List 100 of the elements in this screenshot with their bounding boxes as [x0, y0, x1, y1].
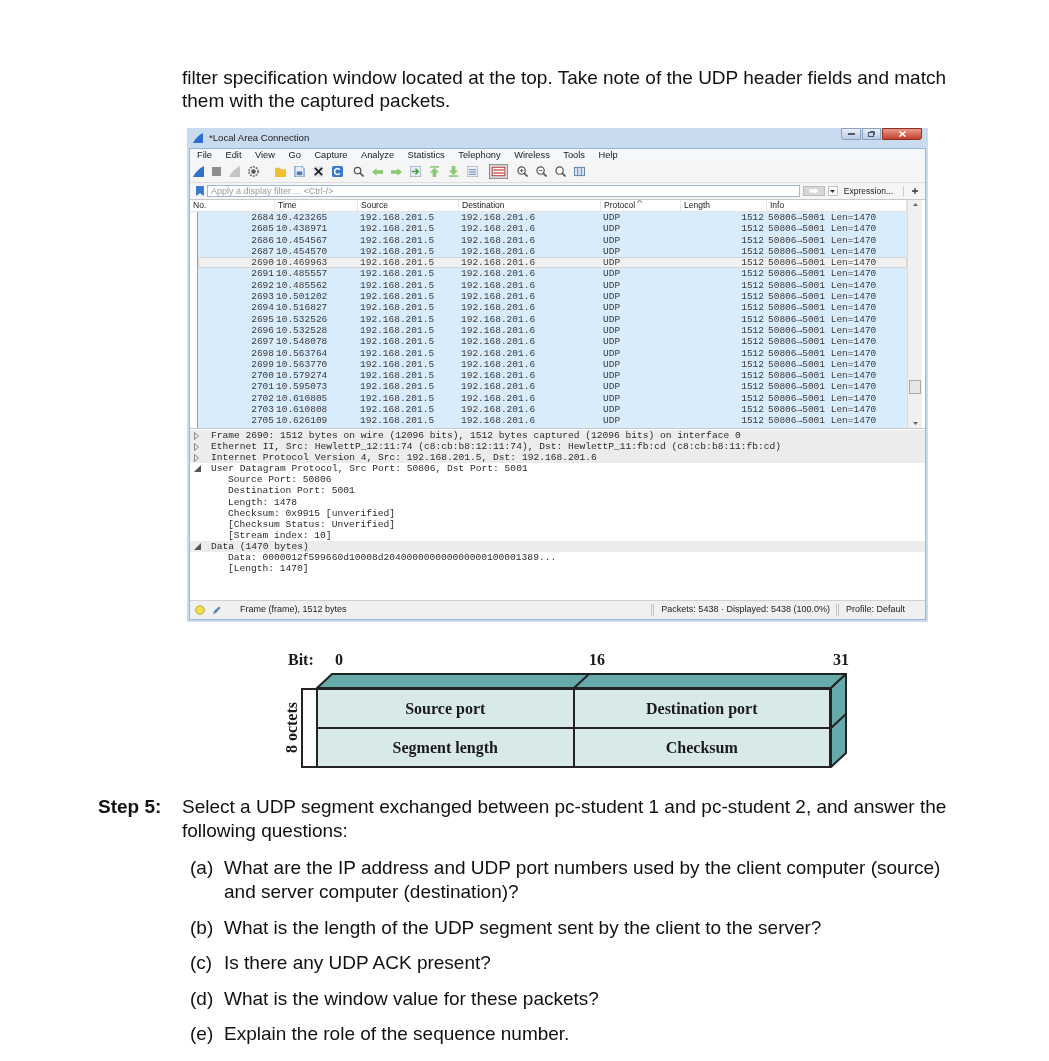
- zoom-out-icon[interactable]: [536, 166, 547, 177]
- plus-icon[interactable]: [912, 188, 918, 194]
- table-cell-text: UDP: [602, 324, 622, 337]
- column-header[interactable]: Time: [275, 200, 358, 211]
- table-cell-text: 2694: [250, 302, 275, 314]
- table-cell-text: 50806→5001 Len=1470: [767, 302, 878, 314]
- table-cell-text: 192.168.201.5: [359, 268, 436, 280]
- table-cell-text: UDP: [602, 257, 622, 269]
- table-cell-text: 50806→5001 Len=1470: [767, 392, 878, 405]
- scrollbar[interactable]: [907, 200, 922, 428]
- expanded-arrow-icon[interactable]: [194, 543, 201, 550]
- step-instruction: Select a UDP segment exchanged between pc-student 1 and pc-student 2, and answer the following questions:: [182, 795, 948, 843]
- menu-item[interactable]: Statistics: [407, 149, 445, 161]
- filter-field[interactable]: Apply a display filter ... <Ctrl-/>: [207, 185, 800, 197]
- menu-item[interactable]: Help: [598, 149, 618, 161]
- document-x-icon[interactable]: [313, 166, 324, 177]
- document-icon[interactable]: [294, 166, 305, 177]
- table-cell-text: UDP: [602, 347, 622, 359]
- table-cell-text: 1512: [740, 370, 765, 382]
- table-cell-text: 1512: [740, 392, 765, 405]
- table-cell-text: 2696: [250, 324, 275, 337]
- tree-item[interactable]: Internet Protocol Version 4, Src: 192.168.201.5, Dst: 192.168.201.6: [190, 452, 925, 464]
- collapsed-arrow-icon[interactable]: [194, 431, 199, 440]
- menu-item[interactable]: Tools: [563, 149, 585, 161]
- search-icon[interactable]: [353, 166, 364, 177]
- menu-item[interactable]: View: [255, 149, 275, 161]
- table-cell-text: 10.454570: [275, 245, 329, 258]
- table-cell-text: 1512: [740, 336, 765, 348]
- table-cell-text: 192.168.201.6: [460, 347, 537, 359]
- table-cell-text: 192.168.201.5: [359, 370, 436, 382]
- scroll-up-icon[interactable]: [912, 203, 918, 206]
- table-cell-text: 1512: [740, 257, 765, 269]
- table-cell-text: 1512: [740, 279, 765, 292]
- table-cell-text: 10.610805: [275, 392, 329, 405]
- table-cell-text: 10.454567: [275, 234, 329, 246]
- column-header[interactable]: Source: [358, 200, 459, 211]
- zoom-reset-icon[interactable]: [555, 166, 566, 177]
- menu-item[interactable]: Edit: [225, 149, 242, 161]
- table-cell-text: 192.168.201.6: [460, 245, 537, 258]
- document-arrow-icon[interactable]: [410, 166, 421, 177]
- table-cell-text: 10.563764: [275, 347, 329, 359]
- menu-item[interactable]: File: [197, 149, 212, 161]
- tree-item[interactable]: Frame 2690: 1512 bytes on wire (12096 bits), 1512 bytes captured (12096 bits) on interface 0: [190, 430, 925, 442]
- sort-caret-icon[interactable]: [637, 200, 643, 203]
- table-cell-text: 192.168.201.5: [359, 392, 436, 405]
- tree-item[interactable]: Ethernet II, Src: HewlettP_12:11:74 (c8:cb:b8:12:11:74), Dst: HewlettP_11:fb:cd (c8:cb:b8:11:fb:cd): [190, 441, 925, 453]
- table-cell-text: 1512: [740, 302, 765, 314]
- table-cell-text: 2697: [250, 336, 275, 348]
- question-text: What is the window value for these packets?: [224, 986, 600, 1011]
- collapsed-arrow-icon[interactable]: [194, 442, 199, 451]
- packet-row[interactable]: 2690 10.469963 192.168.201.5 192.168.201.6 UDP 1512 50806→5001 Len=1470: [198, 257, 907, 269]
- column-header[interactable]: Length: [681, 200, 767, 211]
- column-header[interactable]: Protocol: [601, 200, 681, 211]
- table-cell-text: 192.168.201.6: [460, 324, 537, 337]
- expanded-arrow-icon[interactable]: [194, 465, 201, 473]
- table-cell-text: 192.168.201.5: [359, 291, 436, 303]
- shark-fin-icon[interactable]: [193, 132, 203, 143]
- expression-button[interactable]: Expression...: [840, 186, 896, 196]
- gear-icon[interactable]: [248, 166, 259, 177]
- minimize-icon[interactable]: [847, 133, 855, 135]
- table-cell-text: 192.168.201.6: [460, 257, 537, 269]
- table-cell-text: 10.501202: [275, 291, 329, 303]
- table-cell-text: 192.168.201.6: [460, 358, 537, 371]
- menu-item[interactable]: Analyze: [361, 149, 395, 161]
- minimize-button[interactable]: [841, 128, 861, 140]
- close-button[interactable]: [882, 128, 922, 140]
- table-cell-text: 10.469963: [275, 257, 329, 269]
- profile-text[interactable]: Profile: Default: [845, 603, 905, 617]
- column-header[interactable]: No.: [190, 200, 275, 211]
- table-cell-text: 192.168.201.6: [460, 381, 537, 393]
- column-header[interactable]: Destination: [459, 200, 601, 211]
- list-icon[interactable]: [467, 166, 478, 177]
- table-cell-text: 1512: [740, 324, 765, 337]
- columns-icon[interactable]: [574, 166, 585, 177]
- menu-item[interactable]: Wireless: [514, 149, 550, 161]
- reload-icon[interactable]: [332, 166, 343, 177]
- question-label: (b): [190, 915, 215, 940]
- collapsed-arrow-icon[interactable]: [194, 453, 199, 462]
- close-icon[interactable]: [898, 131, 906, 137]
- pencil-icon[interactable]: [212, 605, 221, 615]
- packet-count-text: Packets: 5438 · Displayed: 5438 (100.0%): [661, 603, 830, 617]
- question-label: (a): [190, 856, 215, 880]
- menu-item[interactable]: Go: [288, 149, 301, 161]
- shark-fin-icon[interactable]: [193, 166, 204, 177]
- color-list-icon[interactable]: [489, 164, 508, 179]
- table-cell-text: 10.516827: [275, 302, 329, 314]
- restore-icon[interactable]: [868, 131, 875, 137]
- table-cell-text: 1512: [740, 291, 765, 303]
- bookmark-icon[interactable]: [196, 186, 204, 196]
- zoom-in-icon[interactable]: [517, 166, 528, 177]
- scroll-down-icon[interactable]: [912, 422, 918, 425]
- table-cell-text: 192.168.201.5: [359, 358, 436, 371]
- menu-item[interactable]: Capture: [314, 149, 348, 161]
- step-label: Step 5:: [98, 795, 163, 819]
- scrollbar-thumb[interactable]: [909, 380, 921, 394]
- table-cell-text: 2700: [250, 370, 275, 382]
- table-cell-text: 192.168.201.6: [460, 370, 537, 382]
- table-cell-text: UDP: [602, 212, 622, 224]
- menu-item[interactable]: Telephony: [458, 149, 501, 161]
- maximize-button[interactable]: [862, 128, 881, 140]
